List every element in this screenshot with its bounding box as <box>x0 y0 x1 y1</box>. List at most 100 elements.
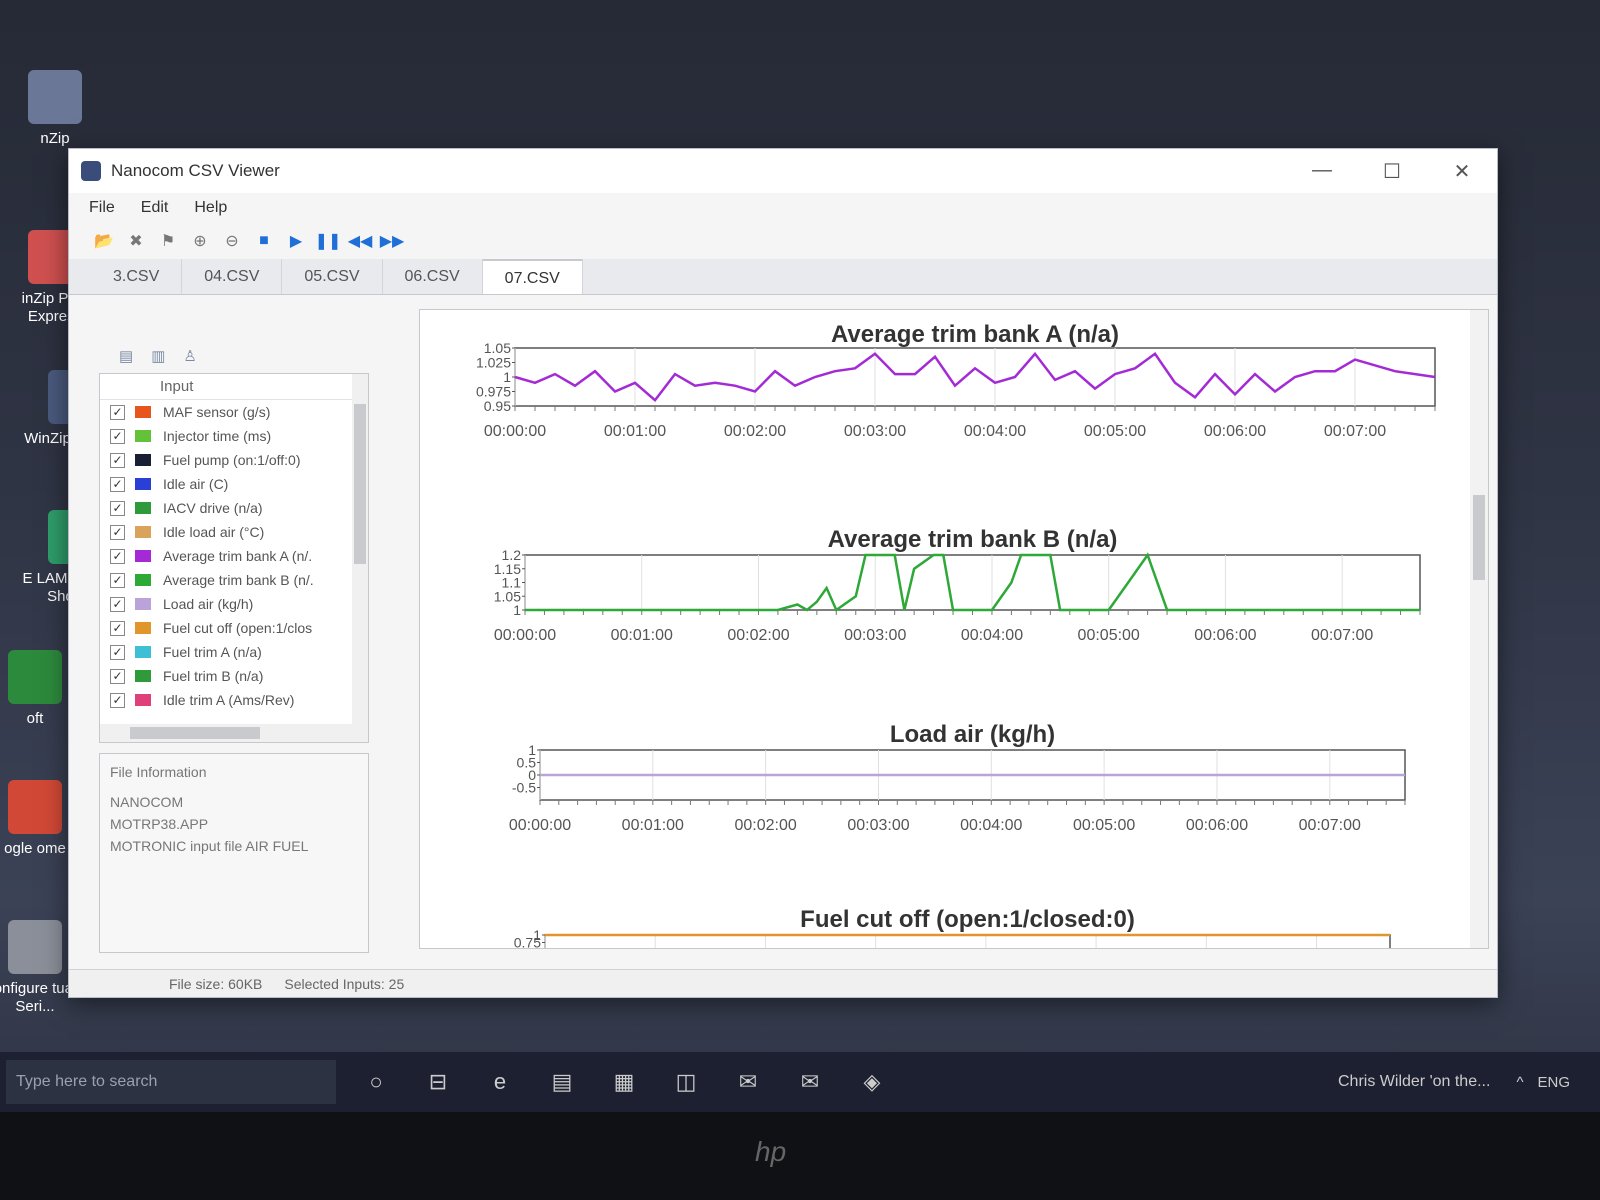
tray-chevron-icon[interactable]: ^ <box>1516 1074 1523 1091</box>
chart-title: Load air (kg/h) <box>890 721 1055 748</box>
menu-help[interactable]: Help <box>194 199 227 217</box>
fast-forward-icon[interactable]: ▶▶ <box>380 230 405 252</box>
menu-file[interactable]: File <box>89 199 115 217</box>
title-bar[interactable]: Nanocom CSV Viewer — ☐ ✕ <box>69 149 1497 193</box>
taskbar-apps: ○ ⊟ e ▤ ▦ ◫ ✉ ✉ ◈ <box>336 1060 894 1104</box>
x-tick-label: 00:00:00 <box>484 423 546 440</box>
input-checkbox[interactable]: ✓ <box>110 668 125 684</box>
pause-icon[interactable]: ❚❚ <box>315 230 342 252</box>
monitor-bezel: hp <box>0 1112 1600 1200</box>
mail-alt-icon[interactable]: ✉ <box>788 1060 832 1104</box>
window-controls: — ☐ ✕ <box>1287 159 1497 184</box>
input-checkbox[interactable]: ✓ <box>110 692 125 708</box>
shortcut-icon <box>8 650 62 704</box>
input-checkbox[interactable]: ✓ <box>110 524 125 540</box>
input-checkbox[interactable]: ✓ <box>110 596 125 612</box>
color-swatch <box>135 574 151 586</box>
color-swatch <box>135 406 151 418</box>
file-explorer-icon[interactable]: ▤ <box>540 1060 584 1104</box>
file-info-line: MOTRP38.APP <box>110 816 209 832</box>
delete-file-icon[interactable]: ✖ <box>125 230 147 252</box>
desktop-background: nZipinZip PDF ExpressWinZip Secur...E LA… <box>0 0 1600 1200</box>
tab-file[interactable]: 06.CSV <box>383 259 483 294</box>
scroll-thumb[interactable] <box>1473 495 1485 580</box>
input-checkbox[interactable]: ✓ <box>110 476 125 492</box>
menu-bar: File Edit Help <box>69 193 1497 223</box>
window-title: Nanocom CSV Viewer <box>111 161 280 180</box>
input-checkbox[interactable]: ✓ <box>110 644 125 660</box>
y-tick-label: 1 <box>513 602 521 618</box>
input-row[interactable]: ✓ Load air (kg/h) <box>100 592 368 616</box>
menu-edit[interactable]: Edit <box>141 199 169 217</box>
cortana-icon[interactable]: ○ <box>354 1060 398 1104</box>
file-info-line: NANOCOM <box>110 794 184 810</box>
input-row[interactable]: ✓ IACV drive (n/a) <box>100 496 368 520</box>
input-list-horizontal-scrollbar[interactable] <box>100 724 368 742</box>
x-tick-label: 00:03:00 <box>844 423 906 440</box>
expand-tree-icon[interactable]: ▤ <box>119 347 133 365</box>
input-row[interactable]: ✓ Fuel trim B (n/a) <box>100 664 368 688</box>
input-checkbox[interactable]: ✓ <box>110 500 125 516</box>
color-swatch <box>135 694 151 706</box>
store-icon[interactable]: ▦ <box>602 1060 646 1104</box>
color-swatch <box>135 454 151 466</box>
charts-canvas: Average trim bank A (n/a)1.051.02510.975… <box>476 321 1436 948</box>
input-row[interactable]: ✓ Fuel cut off (open:1/clos <box>100 616 368 640</box>
input-checkbox[interactable]: ✓ <box>110 428 125 444</box>
input-row[interactable]: ✓ Idle air (C) <box>100 472 368 496</box>
play-icon[interactable]: ▶ <box>285 230 307 252</box>
flag-icon[interactable]: ⚑ <box>157 230 179 252</box>
desktop-icon[interactable]: nZip <box>0 70 110 148</box>
input-row[interactable]: ✓ Fuel trim A (n/a) <box>100 640 368 664</box>
x-tick-label: 00:02:00 <box>735 817 797 834</box>
input-row[interactable]: ✓ Idle load air (°C) <box>100 520 368 544</box>
input-checkbox[interactable]: ✓ <box>110 404 125 420</box>
input-row[interactable]: ✓ Fuel pump (on:1/off:0) <box>100 448 368 472</box>
color-swatch <box>135 670 151 682</box>
shortcut-icon <box>8 920 62 974</box>
input-list-vertical-scrollbar[interactable] <box>352 374 368 742</box>
x-tick-label: 00:05:00 <box>1084 423 1146 440</box>
mail-icon[interactable]: ✉ <box>726 1060 770 1104</box>
taskbar-search-box[interactable]: Type here to search <box>6 1060 336 1104</box>
input-row[interactable]: ✓ MAF sensor (g/s) <box>100 400 368 424</box>
input-checkbox[interactable]: ✓ <box>110 548 125 564</box>
hierarchy-icon[interactable]: ♙ <box>183 347 196 365</box>
input-checkbox[interactable]: ✓ <box>110 572 125 588</box>
tab-file[interactable]: 3.CSV <box>91 259 183 294</box>
x-tick-label: 00:02:00 <box>724 423 786 440</box>
input-row[interactable]: ✓ Idle trim A (Ams/Rev) <box>100 688 368 712</box>
notification-text[interactable]: Chris Wilder 'on the... <box>1338 1073 1490 1091</box>
tab-file[interactable]: 05.CSV <box>282 259 383 294</box>
zoom-out-icon[interactable]: ⊖ <box>221 230 243 252</box>
tab-file[interactable]: 07.CSV <box>482 259 583 294</box>
x-tick-label: 00:06:00 <box>1194 627 1256 644</box>
desktop-icon-label: nZip <box>40 130 70 147</box>
input-row[interactable]: ✓ Average trim bank A (n/. <box>100 544 368 568</box>
collapse-tree-icon[interactable]: ▥ <box>151 347 165 365</box>
zoom-in-icon[interactable]: ⊕ <box>189 230 211 252</box>
close-button[interactable]: ✕ <box>1427 159 1497 184</box>
input-row[interactable]: ✓ Average trim bank B (n/. <box>100 568 368 592</box>
maximize-button[interactable]: ☐ <box>1357 159 1427 184</box>
office-icon[interactable]: ◫ <box>664 1060 708 1104</box>
hp-logo: hp <box>755 1136 787 1167</box>
minimize-button[interactable]: — <box>1287 159 1357 184</box>
rewind-icon[interactable]: ◀◀ <box>348 230 373 252</box>
edge-icon[interactable]: e <box>478 1060 522 1104</box>
scroll-thumb[interactable] <box>130 727 260 739</box>
task-view-icon[interactable]: ⊟ <box>416 1060 460 1104</box>
stop-icon[interactable]: ■ <box>253 230 275 252</box>
scroll-thumb[interactable] <box>354 404 366 564</box>
open-folder-icon[interactable]: 📂 <box>93 230 115 252</box>
tab-file[interactable]: 04.CSV <box>182 259 283 294</box>
nanocom-icon[interactable]: ◈ <box>850 1060 894 1104</box>
chart-vertical-scrollbar[interactable] <box>1470 310 1488 948</box>
input-row[interactable]: ✓ Injector time (ms) <box>100 424 368 448</box>
input-checkbox[interactable]: ✓ <box>110 452 125 468</box>
input-label: Fuel cut off (open:1/clos <box>163 620 313 636</box>
x-tick-label: 00:01:00 <box>622 817 684 834</box>
input-label: Average trim bank A (n/. <box>163 548 313 564</box>
input-checkbox[interactable]: ✓ <box>110 620 125 636</box>
language-indicator[interactable]: ENG <box>1537 1074 1570 1091</box>
